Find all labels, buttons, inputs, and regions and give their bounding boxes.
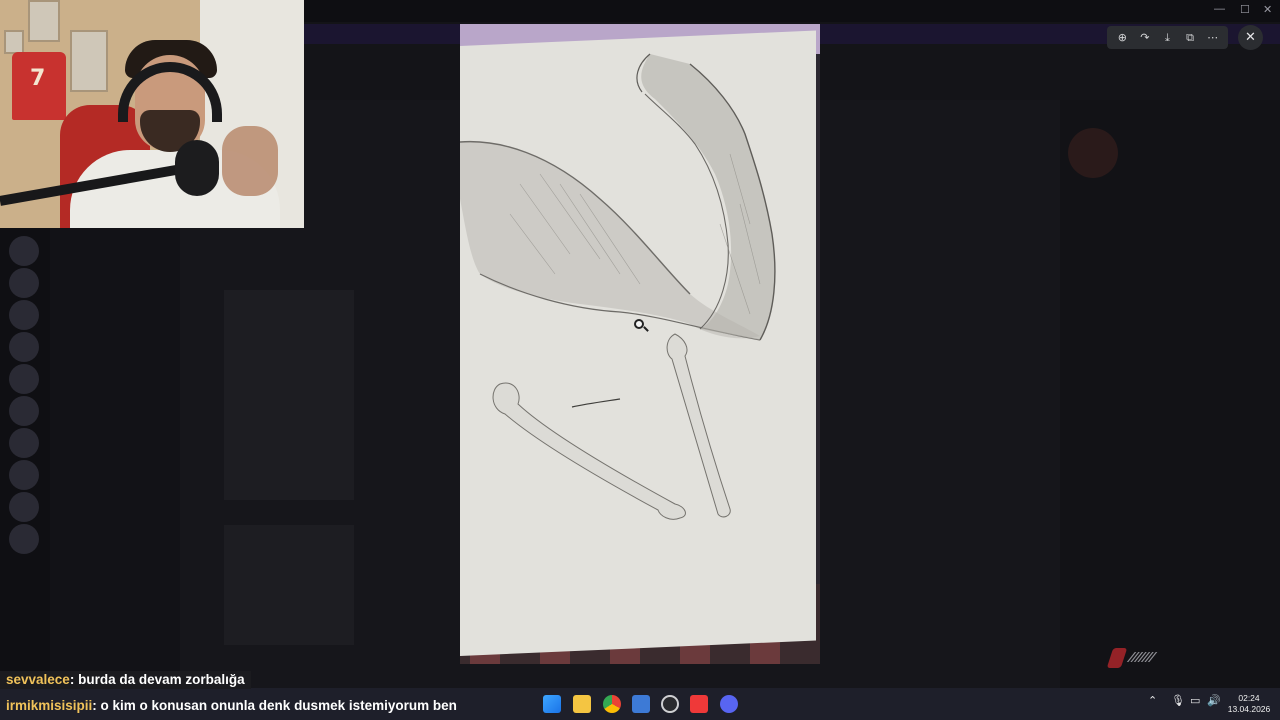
poster: [4, 30, 24, 54]
server-icon[interactable]: [9, 236, 39, 266]
arm-sketch: [460, 53, 776, 520]
window-close-icon[interactable]: ✕: [1263, 3, 1272, 16]
clock-date: 13.04.2026: [1227, 704, 1271, 714]
poster: [70, 30, 108, 92]
logo-mark-icon: [1106, 648, 1128, 668]
server-icon[interactable]: [9, 428, 39, 458]
chat-message: sevvalece: burda da devam zorbalığa: [0, 671, 251, 689]
forward-icon[interactable]: ↷: [1136, 29, 1154, 47]
avatar: [1068, 128, 1118, 178]
file-explorer-icon[interactable]: [573, 695, 591, 713]
chat-message: irmikmisisipii: o kim o konusan onunla d…: [0, 697, 463, 715]
zoom-cursor-icon: [634, 319, 644, 329]
channel-list: [50, 228, 180, 688]
jersey-number: 7: [30, 66, 46, 91]
server-icon[interactable]: [9, 396, 39, 426]
poster: [28, 0, 60, 42]
server-icon[interactable]: [9, 300, 39, 330]
webcam-overlay: 7: [0, 0, 304, 228]
close-viewer-button[interactable]: ✕: [1238, 25, 1263, 50]
server-icon[interactable]: [9, 492, 39, 522]
network-icon[interactable]: ▭: [1190, 694, 1200, 707]
attachment-thumbnail[interactable]: [224, 525, 354, 645]
server-icon[interactable]: [9, 332, 39, 362]
clock-time: 02:24: [1238, 693, 1260, 703]
vivaldi-icon[interactable]: [690, 695, 708, 713]
viewer-toolbar: ⊕ ↷ ⤓ ⧉ ⋯: [1107, 26, 1228, 49]
discord-icon[interactable]: [720, 695, 738, 713]
microphone: [175, 140, 219, 196]
zoom-in-icon[interactable]: ⊕: [1113, 29, 1131, 47]
app-icon[interactable]: [632, 695, 650, 713]
download-icon[interactable]: ⤓: [1158, 29, 1176, 47]
minimize-icon[interactable]: —: [1214, 3, 1225, 15]
more-icon[interactable]: ⋯: [1204, 29, 1222, 47]
viewer-image[interactable]: [460, 24, 820, 664]
server-icon[interactable]: [9, 524, 39, 554]
server-icon[interactable]: [9, 268, 39, 298]
volume-icon[interactable]: 🔊: [1207, 694, 1221, 707]
chrome-icon[interactable]: [603, 695, 621, 713]
obs-icon[interactable]: [661, 695, 679, 713]
server-list: [0, 228, 50, 688]
chat-text: : burda da devam zorbalığa: [69, 672, 245, 687]
maximize-icon[interactable]: ☐: [1240, 3, 1250, 16]
chat-username: sevvalece: [6, 672, 70, 687]
server-icon[interactable]: [9, 364, 39, 394]
open-external-icon[interactable]: ⧉: [1181, 29, 1199, 47]
microphone-icon[interactable]: 🎙: [1171, 694, 1185, 707]
chat-username: irmikmisisipii: [6, 698, 93, 713]
profile-panel: [1060, 100, 1280, 688]
attachment-thumbnail[interactable]: [224, 290, 354, 500]
chevron-up-icon[interactable]: ⌃: [1148, 694, 1157, 707]
person-hand: [222, 126, 278, 196]
chat-text: : o kim o konusan onunla denk dusmek ist…: [92, 698, 457, 713]
windows-start-icon[interactable]: [543, 695, 561, 713]
logo-wordmark: ⁄⁄⁄⁄⁄⁄⁄: [1130, 649, 1155, 666]
taskbar-clock[interactable]: 02:24 13.04.2026: [1222, 693, 1276, 715]
channel-logo: ⁄⁄⁄⁄⁄⁄⁄: [1106, 646, 1228, 680]
jersey: 7: [12, 52, 66, 120]
server-icon[interactable]: [9, 460, 39, 490]
